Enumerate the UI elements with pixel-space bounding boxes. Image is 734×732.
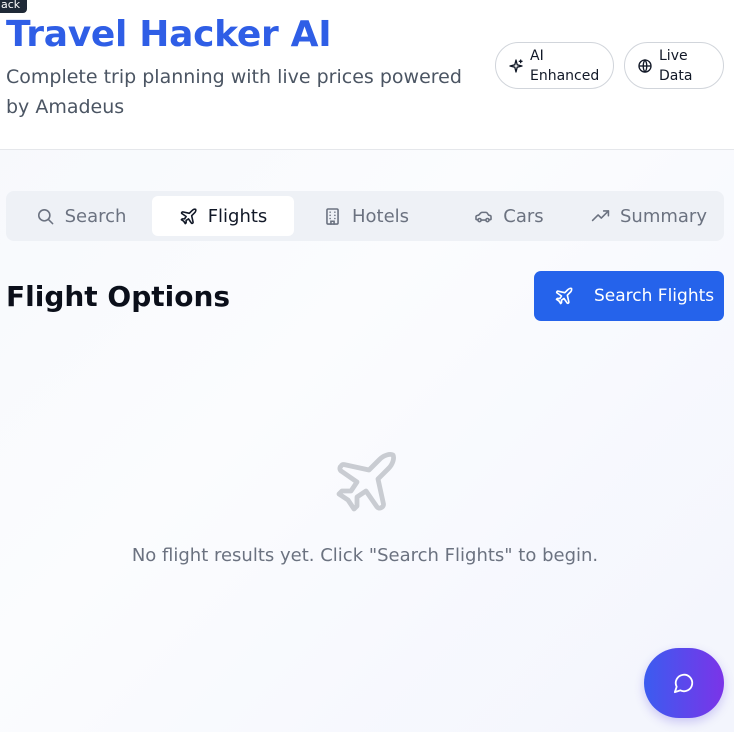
- plane-icon: [555, 287, 573, 305]
- globe-icon: [638, 58, 652, 73]
- badge-label: AI Enhanced: [530, 47, 600, 84]
- search-icon: [37, 208, 53, 224]
- live-data-badge: Live Data: [624, 42, 724, 89]
- chat-bubble-icon: [673, 673, 694, 694]
- app-subtitle: Complete trip planning with live prices …: [6, 66, 462, 118]
- app-header: ack Travel Hacker AI Complete trip plann…: [0, 0, 734, 150]
- tab-label: Flights: [207, 205, 268, 227]
- search-flights-button[interactable]: Search Flights: [534, 271, 724, 321]
- tab-cars[interactable]: Cars: [439, 196, 579, 236]
- back-tooltip: ack: [0, 0, 27, 13]
- plane-icon: [336, 452, 396, 512]
- plane-icon: [180, 207, 197, 224]
- tab-label: Hotels: [351, 205, 410, 227]
- badge-label: Live Data: [659, 47, 693, 84]
- chat-button[interactable]: [644, 648, 724, 718]
- ai-enhanced-badge: AI Enhanced: [495, 42, 614, 89]
- sparkle-icon: [509, 58, 523, 73]
- building-icon: [326, 207, 339, 225]
- search-flights-label: Search Flights: [594, 286, 715, 306]
- tab-hotels[interactable]: Hotels: [296, 196, 436, 236]
- tab-label: Summary: [620, 205, 707, 227]
- car-icon: [475, 211, 493, 222]
- tab-summary[interactable]: Summary: [579, 196, 719, 236]
- trending-up-icon: [591, 209, 610, 221]
- tab-label: Search: [64, 205, 127, 227]
- tab-search[interactable]: Search: [16, 196, 146, 236]
- tab-label: Cars: [503, 205, 544, 227]
- page-title: Flight Options: [6, 280, 231, 313]
- tab-flights[interactable]: Flights: [152, 196, 294, 236]
- app-title: Travel Hacker AI: [6, 14, 332, 55]
- tab-bar: Search Flights Hotels Cars Summary: [6, 191, 724, 241]
- empty-state-message: No flight results yet. Click "Search Fli…: [131, 545, 599, 566]
